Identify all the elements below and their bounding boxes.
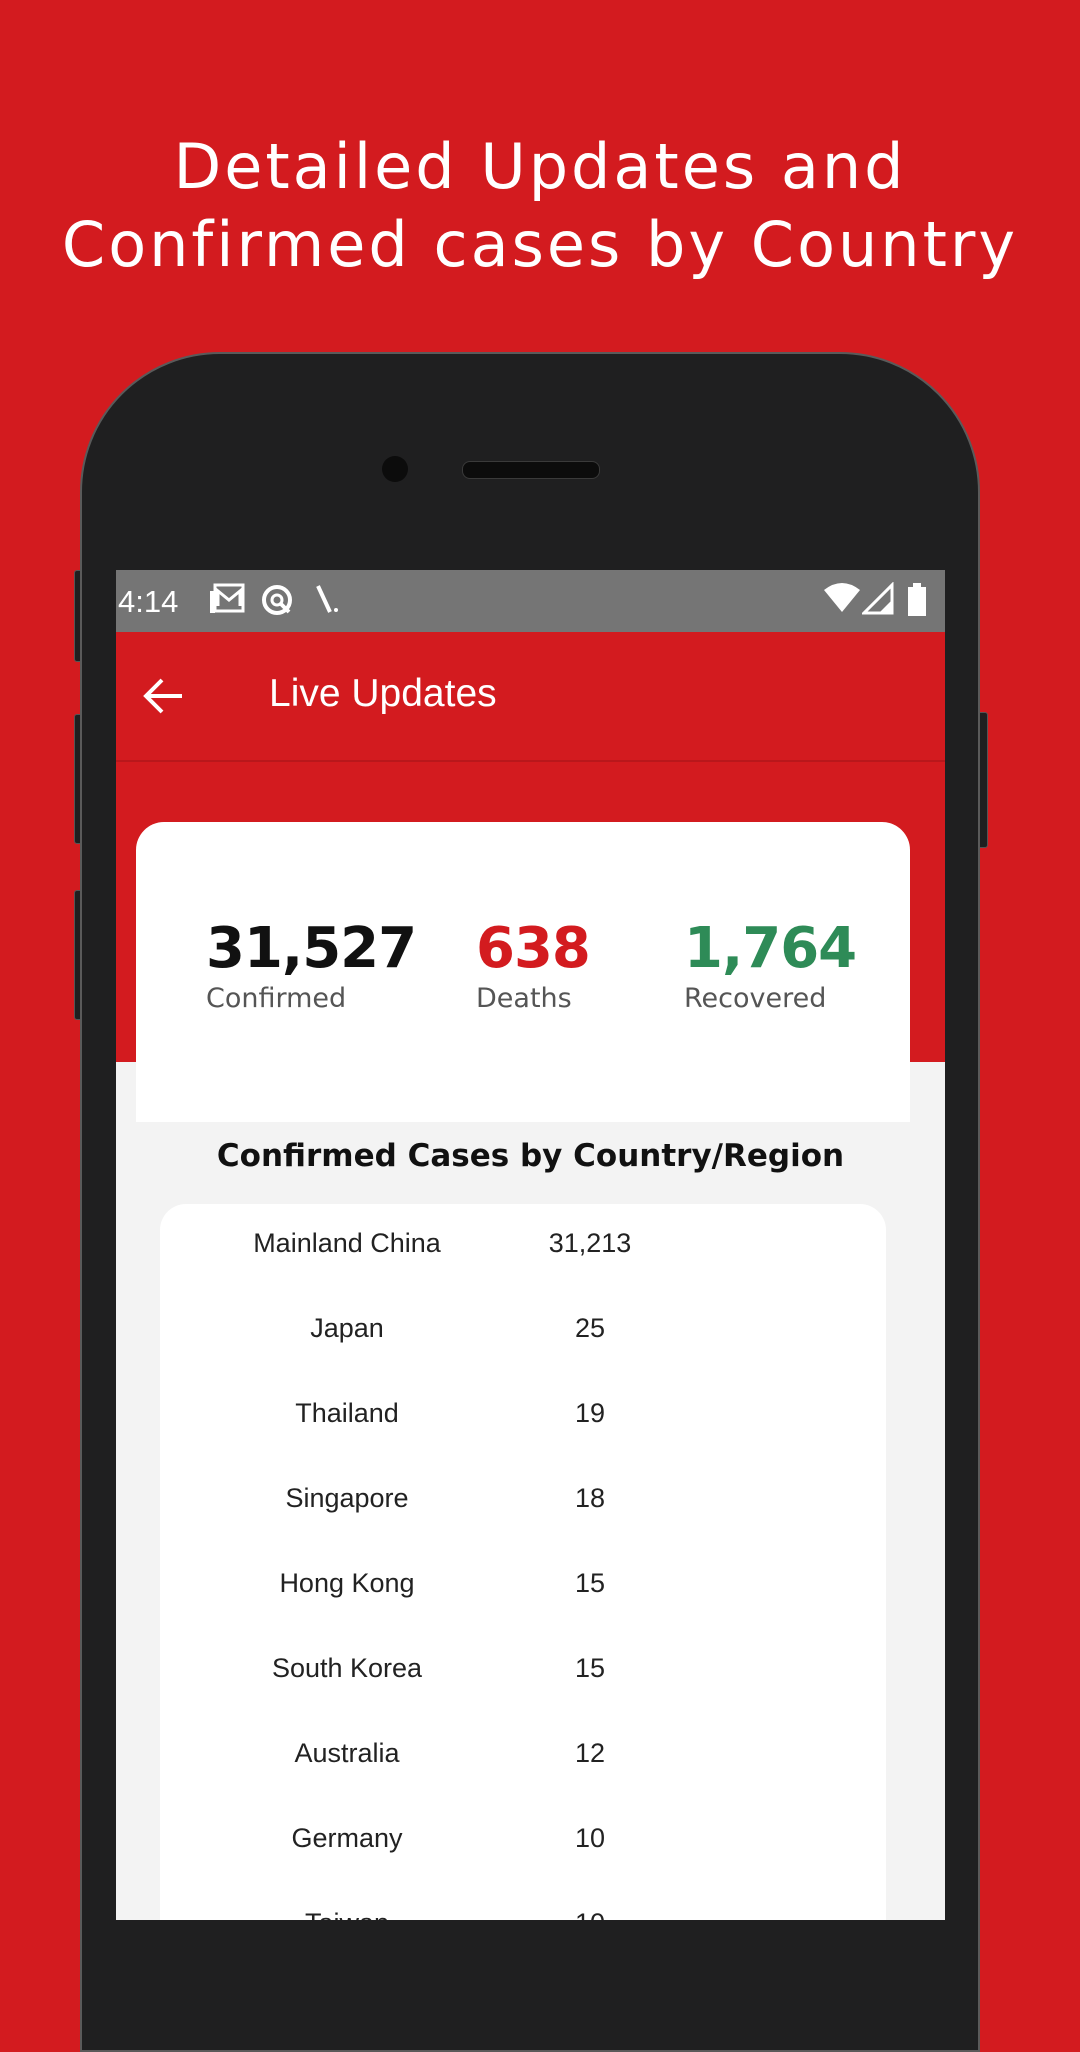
confirmed-stat: 31,527 Confirmed [206, 916, 417, 1014]
list-item[interactable]: Singapore 18 [160, 1483, 886, 1543]
country-count: 15 [574, 1653, 606, 1683]
list-item[interactable]: Hong Kong 15 [160, 1568, 886, 1628]
recovered-stat: 1,764 Recovered [684, 916, 857, 1014]
country-count: 25 [574, 1313, 606, 1343]
back-button[interactable] [136, 668, 192, 724]
country-list: Mainland China 31,213 Japan 25 Thailand … [160, 1204, 886, 1920]
country-count: 31,213 [548, 1228, 632, 1258]
list-item[interactable]: Japan 25 [160, 1313, 886, 1373]
pen-icon [310, 582, 346, 623]
country-name: Singapore [285, 1483, 409, 1513]
status-time: 4:14 [118, 584, 179, 619]
app-toolbar: Live Updates [116, 632, 945, 762]
deaths-label: Deaths [476, 983, 572, 1014]
promo-headline: Detailed Updates and Confirmed cases by … [0, 128, 1080, 284]
country-name: Japan [310, 1313, 384, 1343]
country-count: 12 [574, 1738, 606, 1768]
country-count: 18 [574, 1483, 606, 1513]
list-item[interactable]: South Korea 15 [160, 1653, 886, 1713]
list-item[interactable]: Australia 12 [160, 1738, 886, 1798]
cell-signal-icon [860, 581, 896, 621]
recovered-label: Recovered [684, 983, 827, 1014]
country-name: Mainland China [253, 1228, 441, 1258]
list-item[interactable]: Taiwan 10 [160, 1908, 886, 1920]
page-title: Live Updates [269, 672, 497, 715]
front-camera [382, 456, 408, 482]
phone-screen: 4:14 Live Updates 31,527 Confirmed 638 D… [116, 570, 945, 1920]
list-item[interactable]: Germany 10 [160, 1823, 886, 1883]
status-bar: 4:14 [116, 570, 945, 632]
promo-headline-line1: Detailed Updates and [173, 130, 907, 203]
country-count: 15 [574, 1568, 606, 1598]
country-name: Australia [294, 1738, 400, 1768]
country-name: Taiwan [240, 1908, 454, 1920]
data-saver-icon [259, 582, 295, 623]
country-name: Germany [291, 1823, 403, 1853]
section-title: Confirmed Cases by Country/Region [216, 1138, 845, 1174]
wifi-icon [822, 582, 862, 621]
country-count: 10 [574, 1823, 606, 1853]
confirmed-value: 31,527 [206, 916, 417, 981]
country-count: 10 [538, 1908, 642, 1920]
battery-icon [906, 582, 928, 623]
country-name: South Korea [271, 1653, 423, 1683]
stats-card: 31,527 Confirmed 638 Deaths 1,764 Recove… [136, 822, 910, 1122]
deaths-stat: 638 Deaths [476, 916, 591, 1014]
gmail-icon [208, 582, 246, 621]
list-item[interactable]: Mainland China 31,213 [160, 1228, 886, 1288]
list-item[interactable]: Thailand 19 [160, 1398, 886, 1458]
country-name: Thailand [295, 1398, 399, 1428]
deaths-value: 638 [476, 916, 591, 981]
recovered-value: 1,764 [684, 916, 857, 981]
arrow-back-icon [143, 678, 182, 714]
earpiece-speaker [462, 461, 600, 479]
country-name: Hong Kong [279, 1568, 415, 1598]
country-count: 19 [574, 1398, 606, 1428]
confirmed-label: Confirmed [206, 983, 347, 1014]
promo-headline-line2: Confirmed cases by Country [61, 208, 1019, 281]
